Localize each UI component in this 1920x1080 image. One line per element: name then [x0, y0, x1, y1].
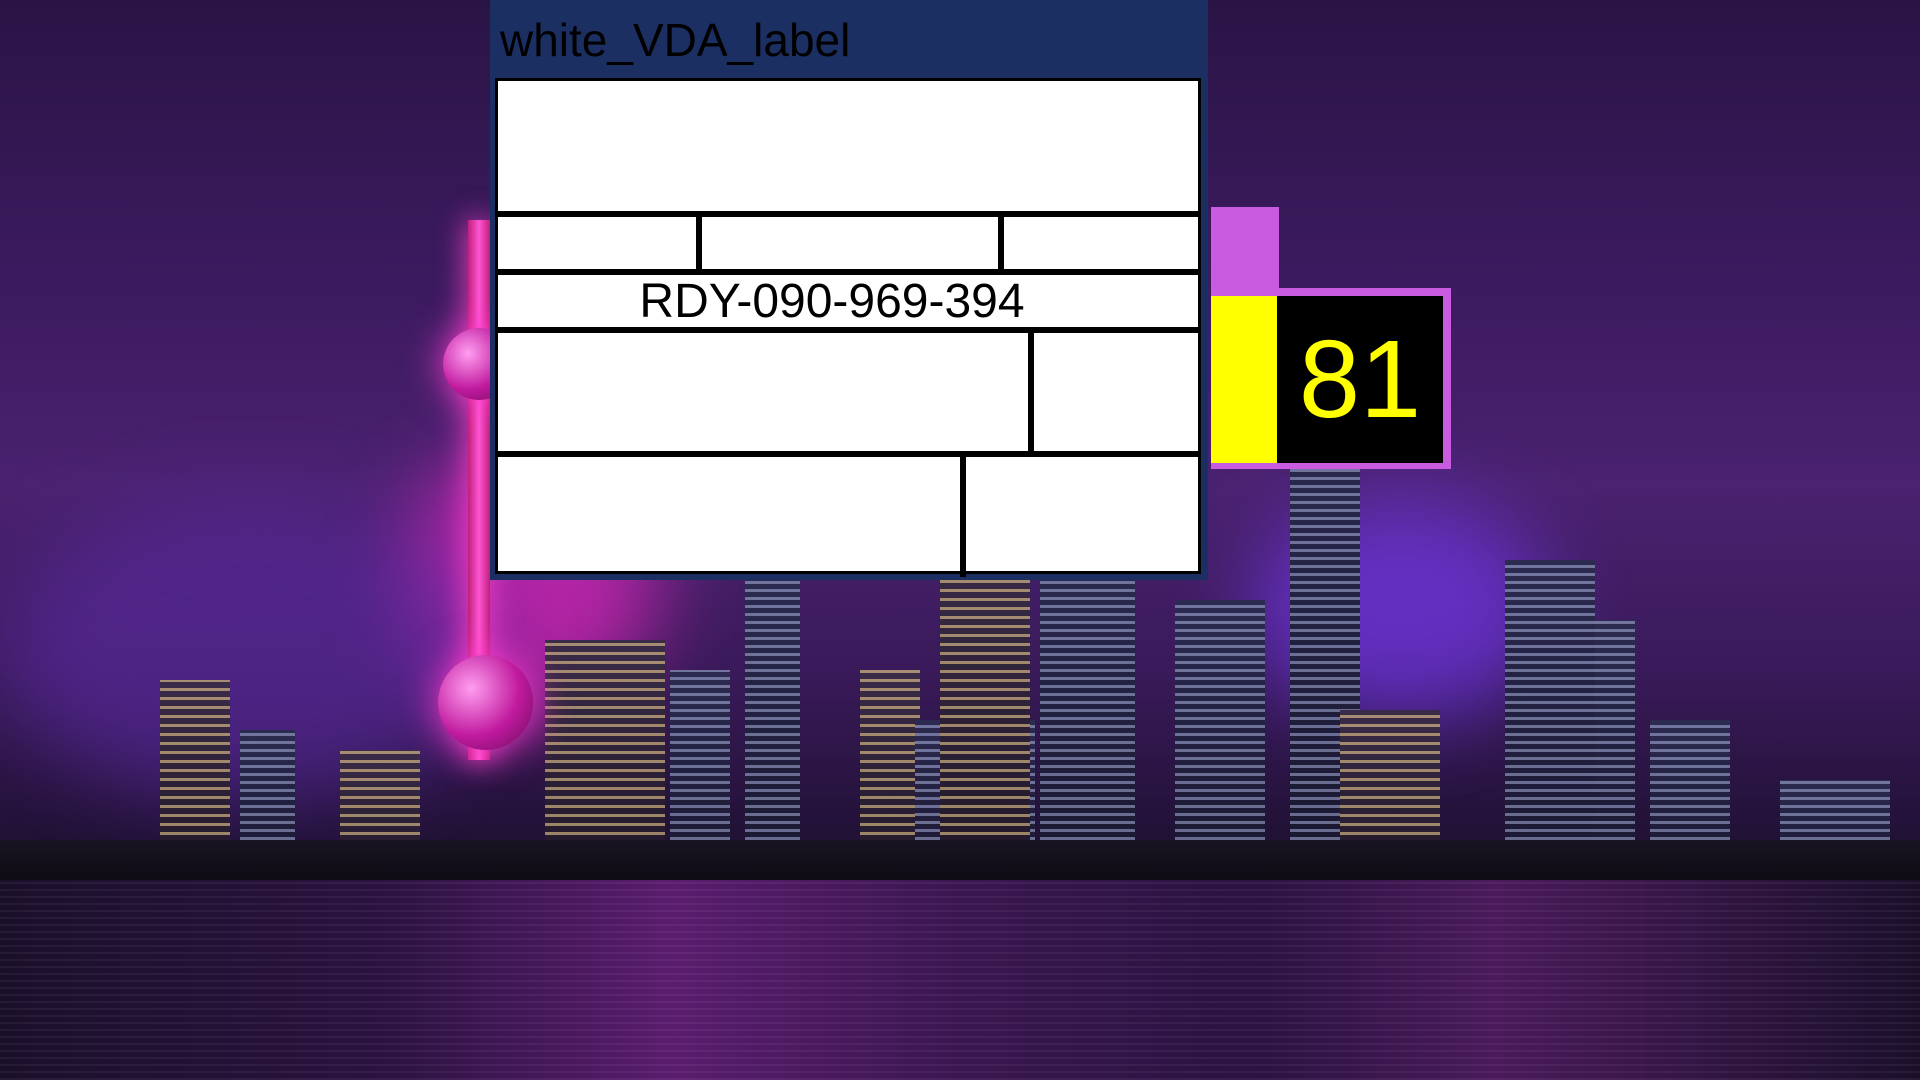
label-divider-2 [998, 211, 1004, 275]
badge-swatch [1211, 296, 1277, 463]
label-rule-4 [498, 451, 1198, 457]
label-rule-1 [498, 211, 1198, 217]
badge-number: 81 [1298, 318, 1422, 441]
shoreline [0, 840, 1920, 885]
river-water [0, 880, 1920, 1080]
number-badge[interactable]: 81 [1211, 288, 1451, 469]
label-divider-4 [960, 451, 966, 577]
desktop-stage: white_VDA_label RDY-090-969-394 81 [0, 0, 1920, 1080]
label-window[interactable]: white_VDA_label RDY-090-969-394 [490, 0, 1208, 580]
label-divider-3 [1028, 327, 1034, 457]
label-window-title: white_VDA_label [500, 14, 851, 66]
badge-tab [1211, 207, 1279, 297]
label-code-text: RDY-090-969-394 [639, 275, 1025, 328]
label-divider-1 [696, 211, 702, 275]
label-sheet: RDY-090-969-394 [495, 78, 1201, 577]
badge-number-box: 81 [1277, 296, 1443, 463]
